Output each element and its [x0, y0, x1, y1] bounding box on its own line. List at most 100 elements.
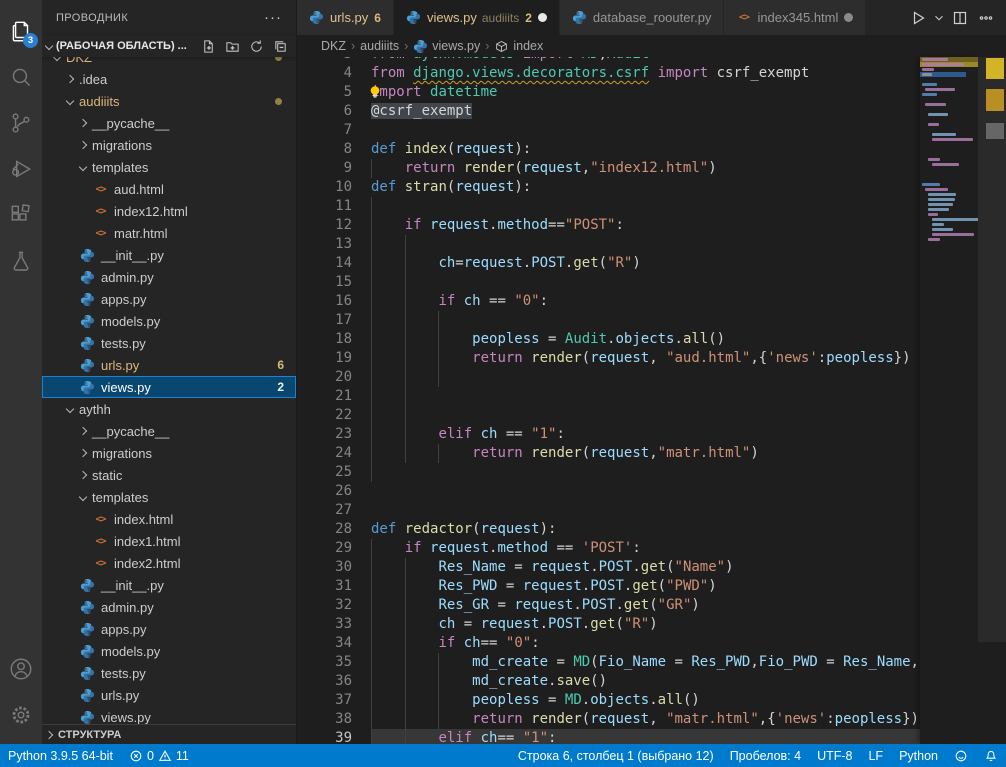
collapse-all-icon[interactable] [270, 36, 290, 56]
code-line-27[interactable]: 27 [297, 501, 920, 520]
breadcrumb-item-index[interactable]: index [494, 39, 543, 54]
encoding-status[interactable]: UTF-8 [809, 744, 860, 767]
tree-item-.idea[interactable]: .idea [42, 68, 296, 90]
tree-item-apps.py[interactable]: apps.py [42, 618, 296, 640]
code-line-16[interactable]: 16 if ch == "0": [297, 292, 920, 311]
tree-item-static[interactable]: static [42, 464, 296, 486]
tree-item-templates[interactable]: templates [42, 486, 296, 508]
refresh-icon[interactable] [246, 36, 266, 56]
code-line-30[interactable]: 30 Res_Name = request.POST.get("Name") [297, 558, 920, 577]
run-icon[interactable] [906, 6, 930, 30]
search-icon[interactable] [0, 54, 42, 100]
code-line-36[interactable]: 36 md_create.save() [297, 672, 920, 691]
tree-item-DKZ[interactable]: DKZ [42, 57, 296, 68]
tree-item-admin.py[interactable]: admin.py [42, 596, 296, 618]
tree-item-aythh[interactable]: aythh [42, 398, 296, 420]
tree-item-views.py[interactable]: views.py2 [42, 376, 296, 398]
new-folder-icon[interactable] [222, 36, 242, 56]
unsaved-dot-icon[interactable] [844, 13, 853, 22]
testing-icon[interactable] [0, 238, 42, 284]
cursor-position-status[interactable]: Строка 6, столбец 1 (выбрано 12) [510, 744, 722, 767]
code-line-23[interactable]: 23 elif ch == "1": [297, 425, 920, 444]
feedback-icon[interactable] [946, 744, 976, 767]
tree-item-admin.py[interactable]: admin.py [42, 266, 296, 288]
scrollbar-thumb[interactable] [978, 57, 1006, 642]
code-line-37[interactable]: 37 peopless = MD.objects.all() [297, 691, 920, 710]
code-line-22[interactable]: 22 [297, 406, 920, 425]
explorer-icon[interactable]: 3 [0, 8, 42, 54]
indentation-status[interactable]: Пробелов: 4 [722, 744, 809, 767]
code-area[interactable]: 3from aythh.models import MD,Audit4from … [297, 57, 920, 744]
code-line-32[interactable]: 32 Res_GR = request.POST.get("GR") [297, 596, 920, 615]
code-line-8[interactable]: 8def index(request): [297, 140, 920, 159]
code-line-13[interactable]: 13 [297, 235, 920, 254]
code-line-9[interactable]: 9 return render(request,"index12.html") [297, 159, 920, 178]
code-line-34[interactable]: 34 if ch== "0": [297, 634, 920, 653]
python-interpreter-status[interactable]: Python 3.9.5 64-bit [0, 744, 121, 767]
eol-status[interactable]: LF [860, 744, 891, 767]
breadcrumb-item-DKZ[interactable]: DKZ [321, 39, 346, 53]
tree-item-__pycache__[interactable]: __pycache__ [42, 420, 296, 442]
tab-urls.py[interactable]: urls.py6 [297, 0, 394, 35]
code-line-4[interactable]: 4from django.views.decorators.csrf impor… [297, 64, 920, 83]
code-line-38[interactable]: 38 return render(request, "matr.html",{'… [297, 710, 920, 729]
tree-item-migrations[interactable]: migrations [42, 442, 296, 464]
split-editor-icon[interactable] [948, 6, 972, 30]
code-line-3[interactable]: 3from aythh.models import MD,Audit [297, 57, 920, 64]
structure-section-header[interactable]: СТРУКТУРА [42, 724, 296, 744]
code-line-6[interactable]: 6@csrf_exempt [297, 102, 920, 121]
tree-item-__init__.py[interactable]: __init__.py [42, 244, 296, 266]
tree-item-views.py[interactable]: views.py [42, 706, 296, 725]
new-file-icon[interactable] [198, 36, 218, 56]
extensions-icon[interactable] [0, 192, 42, 238]
tree-item-migrations[interactable]: migrations [42, 134, 296, 156]
code-line-5[interactable]: 5import datetime [297, 83, 920, 102]
breadcrumb-item-views.py[interactable]: views.py [413, 39, 480, 54]
code-line-11[interactable]: 11 [297, 197, 920, 216]
code-line-21[interactable]: 21 [297, 387, 920, 406]
code-line-29[interactable]: 29 if request.method == 'POST': [297, 539, 920, 558]
code-line-24[interactable]: 24 return render(request,"matr.html") [297, 444, 920, 463]
tree-item-models.py[interactable]: models.py [42, 640, 296, 662]
source-control-icon[interactable] [0, 100, 42, 146]
more-actions-icon[interactable] [974, 6, 998, 30]
lightbulb-icon[interactable] [368, 85, 382, 100]
tree-item-index1.html[interactable]: <>index1.html [42, 530, 296, 552]
code-line-26[interactable]: 26 [297, 482, 920, 501]
minimap[interactable] [920, 57, 978, 744]
scrollbar[interactable] [978, 35, 1006, 744]
code-line-31[interactable]: 31 Res_PWD = request.POST.get("PWD") [297, 577, 920, 596]
code-line-25[interactable]: 25 [297, 463, 920, 482]
run-debug-icon[interactable] [0, 146, 42, 192]
tree-item-__init__.py[interactable]: __init__.py [42, 574, 296, 596]
code-line-33[interactable]: 33 ch = request.POST.get("R") [297, 615, 920, 634]
tree-item-models.py[interactable]: models.py [42, 310, 296, 332]
unsaved-dot-icon[interactable] [538, 13, 547, 22]
tree-item-__pycache__[interactable]: __pycache__ [42, 112, 296, 134]
run-dropdown-icon[interactable] [932, 6, 946, 30]
code-line-20[interactable]: 20 [297, 368, 920, 387]
code-line-12[interactable]: 12 if request.method=="POST": [297, 216, 920, 235]
code-line-15[interactable]: 15 [297, 273, 920, 292]
tree-item-templates[interactable]: templates [42, 156, 296, 178]
settings-gear-icon[interactable] [0, 692, 42, 738]
breadcrumb-item-audiiits[interactable]: audiiits [360, 39, 399, 53]
tree-item-audiiits[interactable]: audiiits [42, 90, 296, 112]
tree-item-urls.py[interactable]: urls.py [42, 684, 296, 706]
tree-item-index2.html[interactable]: <>index2.html [42, 552, 296, 574]
code-line-19[interactable]: 19 return render(request, "aud.html",{'n… [297, 349, 920, 368]
language-mode-status[interactable]: Python [891, 744, 946, 767]
tab-index345.html[interactable]: <>index345.html [724, 0, 866, 35]
workspace-section-header[interactable]: (РАБОЧАЯ ОБЛАСТЬ) ... [42, 35, 296, 57]
tree-item-aud.html[interactable]: <>aud.html [42, 178, 296, 200]
tab-database_roouter.py[interactable]: database_roouter.py [560, 0, 725, 35]
tree-item-index.html[interactable]: <>index.html [42, 508, 296, 530]
tab-views.py[interactable]: views.pyaudiiits2 [394, 0, 560, 35]
code-line-17[interactable]: 17 [297, 311, 920, 330]
code-line-14[interactable]: 14 ch=request.POST.get("R") [297, 254, 920, 273]
tree-item-tests.py[interactable]: tests.py [42, 332, 296, 354]
code-line-18[interactable]: 18 peopless = Audit.objects.all() [297, 330, 920, 349]
more-actions-icon[interactable]: ··· [264, 13, 282, 23]
tree-item-matr.html[interactable]: <>matr.html [42, 222, 296, 244]
bell-icon[interactable] [976, 744, 1006, 767]
